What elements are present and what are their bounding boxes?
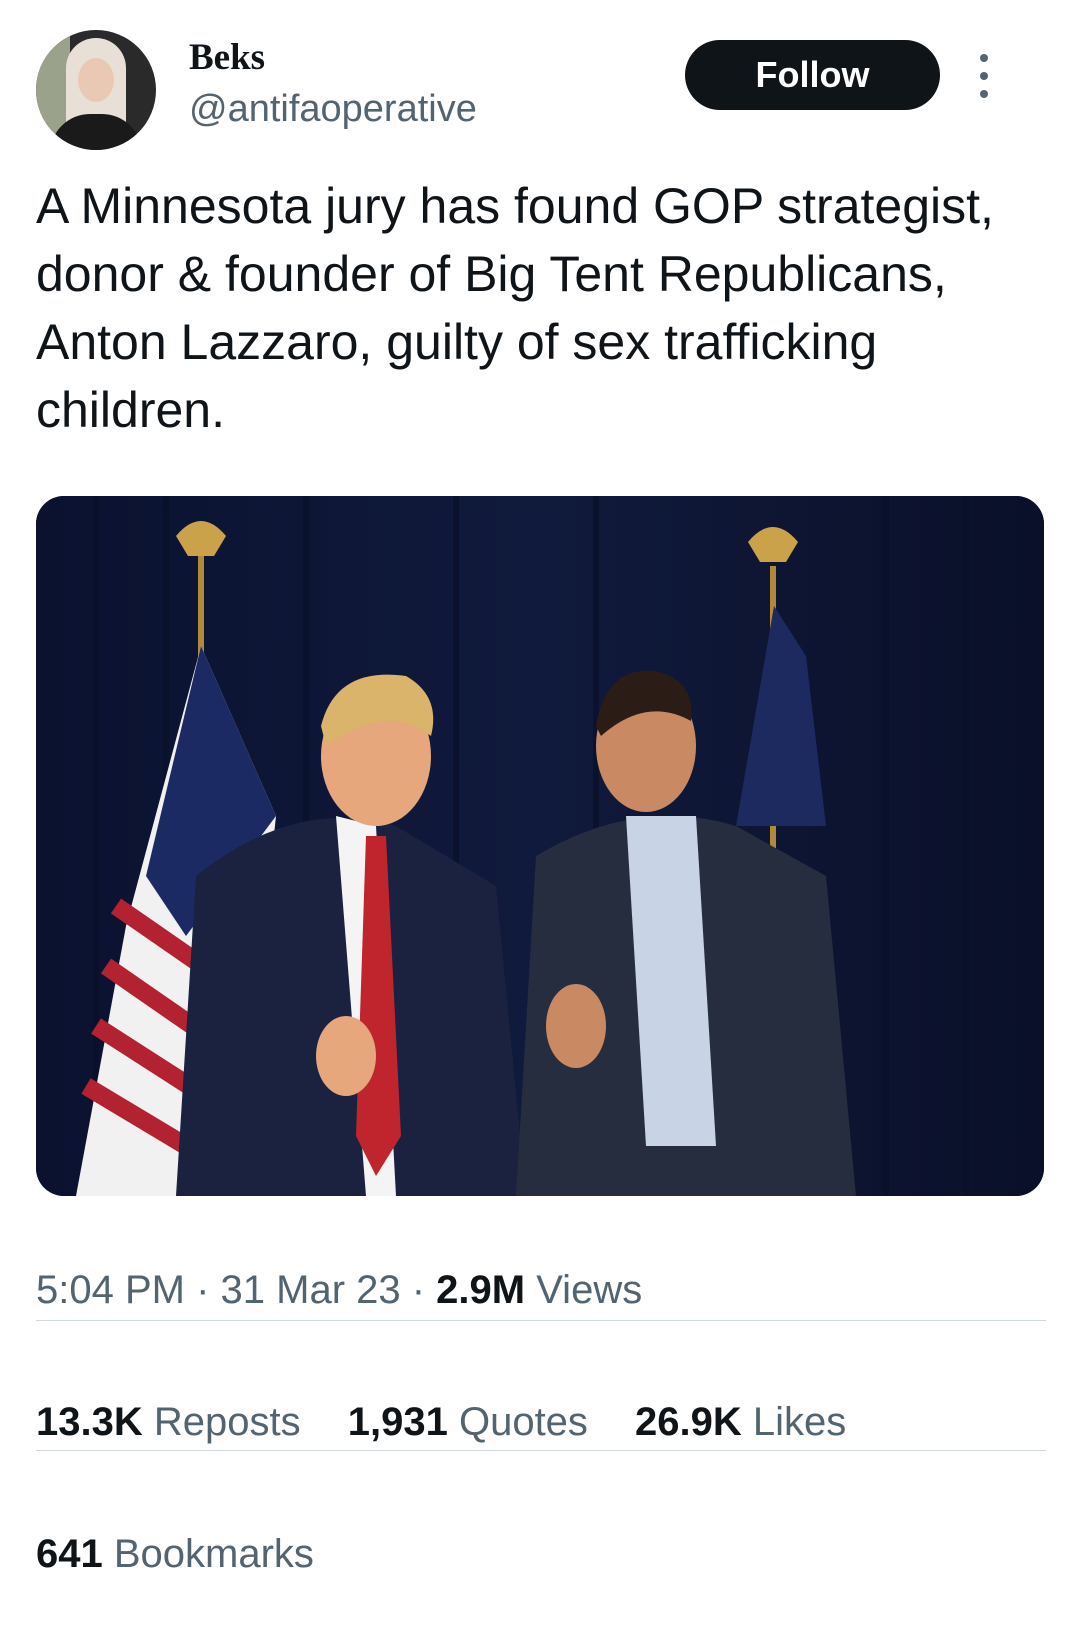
tweet-stats: 13.3K Reposts 1,931 Quotes 26.9K Likes xyxy=(36,1400,882,1445)
tweet-photo[interactable] xyxy=(36,496,1044,1196)
reposts-label: Reposts xyxy=(142,1400,301,1444)
tweet-date[interactable]: 31 Mar 23 xyxy=(221,1268,401,1312)
bookmarks-label: Bookmarks xyxy=(102,1532,314,1576)
separator: · xyxy=(184,1268,221,1312)
views-label: Views xyxy=(525,1268,643,1312)
quotes-stat[interactable]: 1,931 Quotes xyxy=(348,1400,588,1444)
quotes-count: 1,931 xyxy=(347,1400,448,1444)
tweet-text: A Minnesota jury has found GOP strategis… xyxy=(36,178,994,438)
more-options-icon[interactable] xyxy=(972,54,996,98)
separator: · xyxy=(400,1268,437,1312)
divider xyxy=(36,1320,1046,1321)
bookmarks-count: 641 xyxy=(36,1532,103,1576)
tweet-header: Beks @antifaoperative Follow xyxy=(36,30,1046,150)
user-name[interactable]: Beks xyxy=(189,36,265,79)
likes-count: 26.9K xyxy=(635,1400,742,1444)
divider xyxy=(36,1450,1046,1451)
follow-button[interactable]: Follow xyxy=(685,40,940,110)
avatar[interactable] xyxy=(36,30,156,150)
tweet-meta: 5:04 PM · 31 Mar 23 · 2.9M Views xyxy=(36,1268,642,1313)
likes-stat[interactable]: 26.9K Likes xyxy=(635,1400,846,1444)
reposts-count: 13.3K xyxy=(36,1400,143,1444)
likes-label: Likes xyxy=(741,1400,847,1444)
views-count: 2.9M xyxy=(436,1268,526,1312)
quotes-label: Quotes xyxy=(447,1400,588,1444)
tweet-time[interactable]: 5:04 PM xyxy=(36,1268,185,1312)
bookmarks-stat[interactable]: 641 Bookmarks xyxy=(36,1532,314,1577)
reposts-stat[interactable]: 13.3K Reposts xyxy=(36,1400,301,1444)
user-handle[interactable]: @antifaoperative xyxy=(189,88,477,131)
photo-illustration xyxy=(36,496,1044,1196)
